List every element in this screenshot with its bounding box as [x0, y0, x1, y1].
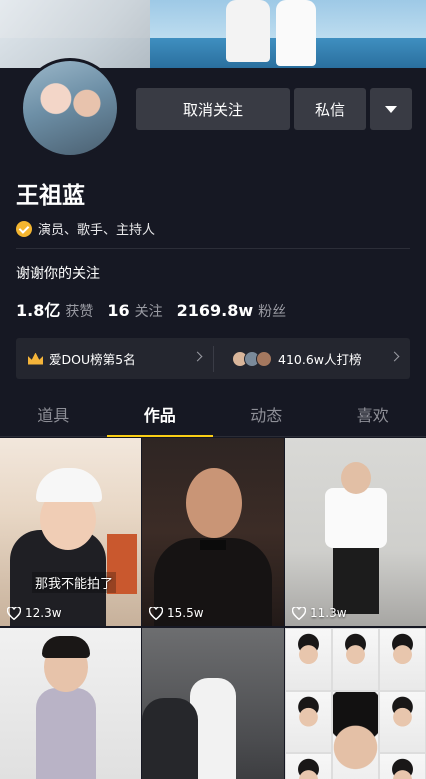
crown-icon — [28, 352, 43, 365]
thumbnail-face — [341, 462, 371, 494]
profile-name: 王祖蓝 — [16, 183, 85, 209]
video-thumbnail[interactable] — [0, 628, 141, 779]
verified-badge-icon — [16, 220, 32, 237]
tab-props[interactable]: 道具 — [0, 395, 107, 436]
fan-support-text: 410.6w人打榜 — [278, 352, 362, 367]
video-thumbnail[interactable] — [285, 628, 426, 779]
thumbnail-tile — [379, 628, 426, 691]
unfollow-button[interactable]: 取消关注 — [136, 88, 290, 130]
message-button[interactable]: 私信 — [294, 88, 366, 130]
verification-text: 演员、歌手、主持人 — [38, 223, 156, 238]
thumbnail-shirt — [325, 488, 387, 548]
thumbnail-cap — [36, 468, 102, 502]
chevron-right-icon — [389, 351, 400, 362]
more-options-button[interactable] — [370, 88, 412, 130]
video-thumbnail[interactable]: 15.5w — [142, 438, 284, 626]
stat-following[interactable]: 16 关注 — [107, 301, 162, 321]
stat-label: 粉丝 — [258, 304, 287, 320]
verification-row: 演员、歌手、主持人 — [16, 219, 155, 238]
profile-tabs: 道具 作品 动态 喜欢 — [0, 395, 426, 437]
ranking-bar: 爱DOU榜第5名 410.6w人打榜 — [16, 338, 410, 379]
video-thumbnail[interactable]: 那我不能拍了 12.3w — [0, 438, 141, 626]
tab-likes[interactable]: 喜欢 — [320, 395, 426, 436]
thumbnail-figure — [142, 698, 198, 779]
video-grid: 那我不能拍了 12.3w 15.5w 11.3w — [0, 438, 426, 779]
avatar[interactable] — [20, 58, 120, 158]
video-caption: 那我不能拍了 — [32, 572, 117, 593]
fan-support-entry[interactable]: 410.6w人打榜 — [214, 338, 410, 379]
thumbnail-tile — [379, 690, 426, 754]
stat-label: 获赞 — [65, 304, 94, 320]
heart-icon — [292, 606, 306, 620]
thumbnail-bowtie — [200, 540, 226, 550]
thumbnail-figure — [36, 688, 96, 779]
like-count: 15.5w — [149, 606, 204, 620]
stat-value: 16 — [107, 301, 130, 320]
thumbnail-tile — [285, 690, 332, 754]
stat-value: 2169.8w — [176, 301, 254, 320]
divider — [16, 248, 410, 249]
like-count-text: 15.5w — [167, 606, 204, 620]
chevron-right-icon — [192, 351, 203, 362]
heart-icon — [149, 606, 163, 620]
cover-person — [276, 0, 316, 66]
thumbnail-tile — [285, 628, 332, 691]
fan-avatar — [256, 350, 272, 367]
stat-likes: 1.8亿 获赞 — [16, 297, 93, 321]
thumbnail-tile — [332, 628, 379, 691]
profile-bio: 谢谢你的关注 — [16, 266, 100, 282]
tab-activity[interactable]: 动态 — [213, 395, 320, 436]
fan-avatars — [232, 350, 272, 367]
video-thumbnail[interactable] — [142, 628, 284, 779]
stats-row: 1.8亿 获赞 16 关注 2169.8w 粉丝 — [16, 297, 300, 321]
video-thumbnail[interactable]: 11.3w — [285, 438, 426, 626]
thumbnail-face — [186, 468, 242, 538]
thumbnail-hair — [42, 636, 90, 658]
thumbnail-tile — [379, 753, 426, 779]
like-count: 11.3w — [292, 606, 347, 620]
like-count-text: 11.3w — [310, 606, 347, 620]
thumbnail-figure — [333, 548, 379, 614]
stat-followers[interactable]: 2169.8w 粉丝 — [177, 301, 287, 321]
stat-value: 1.8亿 — [16, 301, 61, 320]
like-count-text: 12.3w — [25, 606, 62, 620]
tab-works[interactable]: 作品 — [106, 395, 214, 437]
idol-rank-text: 爱DOU榜第5名 — [49, 352, 136, 367]
thumbnail-tile — [285, 753, 332, 779]
cover-person — [226, 0, 270, 62]
thumbnail-tile — [332, 690, 379, 779]
heart-icon — [7, 606, 21, 620]
idol-rank-entry[interactable]: 爱DOU榜第5名 — [16, 338, 213, 379]
caret-down-icon — [385, 105, 397, 113]
stat-label: 关注 — [134, 304, 163, 320]
like-count: 12.3w — [7, 606, 62, 620]
